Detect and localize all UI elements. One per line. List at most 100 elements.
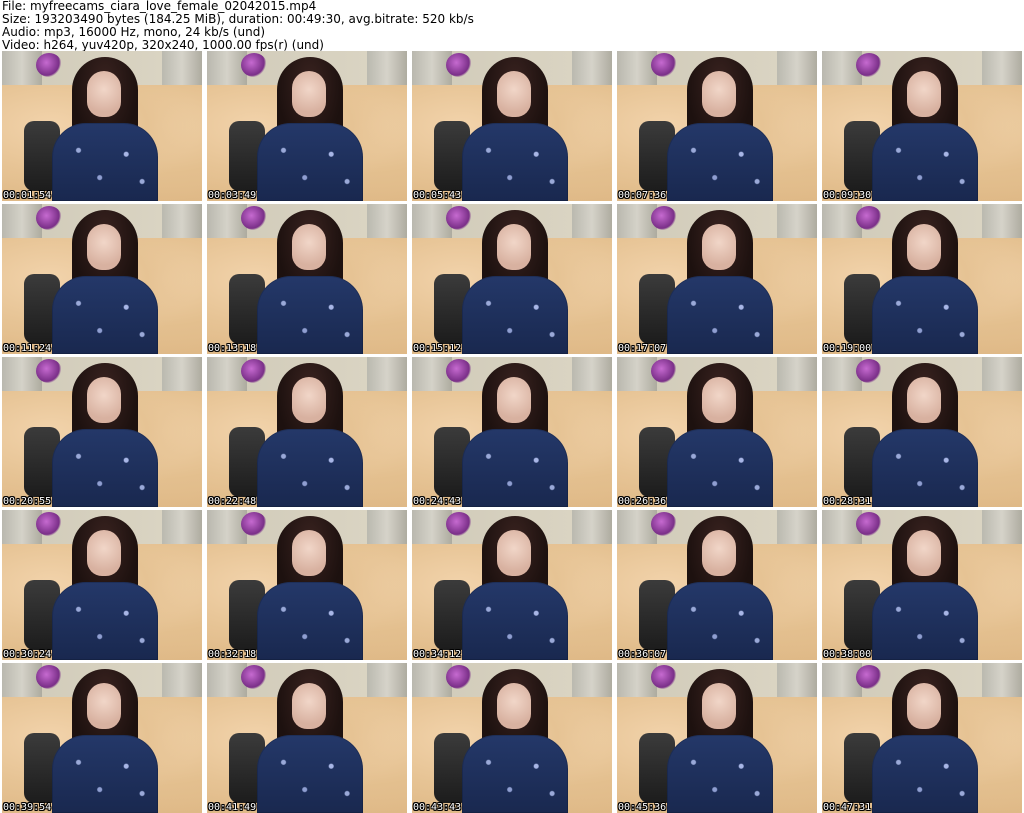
video-frame-thumbnail: 00:05:43 bbox=[412, 51, 612, 201]
video-frame-thumbnail: 00:30:24 bbox=[2, 510, 202, 660]
face bbox=[87, 224, 121, 270]
person bbox=[50, 669, 160, 813]
video-frame-thumbnail: 00:09:30 bbox=[822, 51, 1022, 201]
person bbox=[255, 669, 365, 813]
person bbox=[255, 57, 365, 201]
face bbox=[292, 224, 326, 270]
face bbox=[702, 71, 736, 117]
floral-shirt bbox=[257, 429, 363, 507]
face bbox=[702, 224, 736, 270]
person bbox=[50, 516, 160, 660]
floral-shirt bbox=[257, 123, 363, 201]
person bbox=[255, 210, 365, 354]
person bbox=[460, 363, 570, 507]
timestamp-label: 00:03:49 bbox=[208, 190, 257, 201]
timestamp-label: 00:32:18 bbox=[208, 649, 257, 660]
timestamp-label: 00:43:43 bbox=[413, 802, 462, 813]
video-frame-thumbnail: 00:11:24 bbox=[2, 204, 202, 354]
floral-shirt bbox=[667, 429, 773, 507]
video-frame-thumbnail: 00:24:43 bbox=[412, 357, 612, 507]
timestamp-label: 00:47:31 bbox=[823, 802, 872, 813]
timestamp-label: 00:45:36 bbox=[618, 802, 667, 813]
video-frame-thumbnail: 00:34:12 bbox=[412, 510, 612, 660]
person bbox=[255, 363, 365, 507]
person bbox=[665, 516, 775, 660]
face bbox=[87, 530, 121, 576]
person bbox=[50, 363, 160, 507]
curtain bbox=[777, 510, 817, 546]
floral-shirt bbox=[667, 123, 773, 201]
face bbox=[497, 683, 531, 729]
video-frame-thumbnail: 00:41:49 bbox=[207, 663, 407, 813]
curtain bbox=[982, 204, 1022, 240]
timestamp-label: 00:24:43 bbox=[413, 496, 462, 507]
face bbox=[907, 71, 941, 117]
timestamp-label: 00:22:48 bbox=[208, 496, 257, 507]
curtain bbox=[367, 357, 407, 393]
timestamp-label: 00:17:07 bbox=[618, 343, 667, 354]
video-frame-thumbnail: 00:28:31 bbox=[822, 357, 1022, 507]
face bbox=[907, 224, 941, 270]
timestamp-label: 00:19:00 bbox=[823, 343, 872, 354]
face bbox=[907, 377, 941, 423]
timestamp-label: 00:05:43 bbox=[413, 190, 462, 201]
face bbox=[497, 530, 531, 576]
timestamp-label: 00:26:36 bbox=[618, 496, 667, 507]
floral-shirt bbox=[52, 582, 158, 660]
face bbox=[907, 530, 941, 576]
video-frame-thumbnail: 00:38:00 bbox=[822, 510, 1022, 660]
curtain bbox=[572, 204, 612, 240]
timestamp-label: 00:11:24 bbox=[3, 343, 52, 354]
timestamp-label: 00:20:55 bbox=[3, 496, 52, 507]
curtain bbox=[982, 357, 1022, 393]
timestamp-label: 00:30:24 bbox=[3, 649, 52, 660]
floral-shirt bbox=[872, 582, 978, 660]
curtain bbox=[162, 663, 202, 699]
floral-shirt bbox=[52, 123, 158, 201]
person bbox=[870, 210, 980, 354]
timestamp-label: 00:38:00 bbox=[823, 649, 872, 660]
timestamp-label: 00:41:49 bbox=[208, 802, 257, 813]
curtain bbox=[982, 663, 1022, 699]
floral-shirt bbox=[462, 123, 568, 201]
person bbox=[870, 57, 980, 201]
person bbox=[870, 516, 980, 660]
person bbox=[665, 210, 775, 354]
video-frame-thumbnail: 00:20:55 bbox=[2, 357, 202, 507]
video-frame-thumbnail: 00:19:00 bbox=[822, 204, 1022, 354]
person bbox=[460, 57, 570, 201]
person bbox=[870, 363, 980, 507]
person bbox=[665, 669, 775, 813]
thumbnail-grid: 00:01:54 00:03:49 00:05:43 00:07:36 00:09:30… bbox=[2, 51, 1022, 813]
face bbox=[497, 71, 531, 117]
curtain bbox=[777, 51, 817, 87]
person bbox=[460, 516, 570, 660]
video-frame-thumbnail: 00:39:54 bbox=[2, 663, 202, 813]
face bbox=[907, 683, 941, 729]
curtain bbox=[162, 510, 202, 546]
face bbox=[87, 377, 121, 423]
floral-shirt bbox=[462, 276, 568, 354]
face bbox=[497, 224, 531, 270]
timestamp-label: 00:34:12 bbox=[413, 649, 462, 660]
video-frame-thumbnail: 00:15:12 bbox=[412, 204, 612, 354]
face bbox=[497, 377, 531, 423]
floral-shirt bbox=[462, 582, 568, 660]
timestamp-label: 00:39:54 bbox=[3, 802, 52, 813]
curtain bbox=[367, 663, 407, 699]
video-frame-thumbnail: 00:03:49 bbox=[207, 51, 407, 201]
face bbox=[87, 683, 121, 729]
face bbox=[292, 683, 326, 729]
curtain bbox=[777, 663, 817, 699]
timestamp-label: 00:01:54 bbox=[3, 190, 52, 201]
video-frame-thumbnail: 00:22:48 bbox=[207, 357, 407, 507]
person bbox=[870, 669, 980, 813]
floral-shirt bbox=[52, 735, 158, 813]
video-frame-thumbnail: 00:07:36 bbox=[617, 51, 817, 201]
video-frame-thumbnail: 00:45:36 bbox=[617, 663, 817, 813]
person bbox=[665, 363, 775, 507]
floral-shirt bbox=[872, 123, 978, 201]
floral-shirt bbox=[872, 276, 978, 354]
video-frame-thumbnail: 00:47:31 bbox=[822, 663, 1022, 813]
timestamp-label: 00:07:36 bbox=[618, 190, 667, 201]
